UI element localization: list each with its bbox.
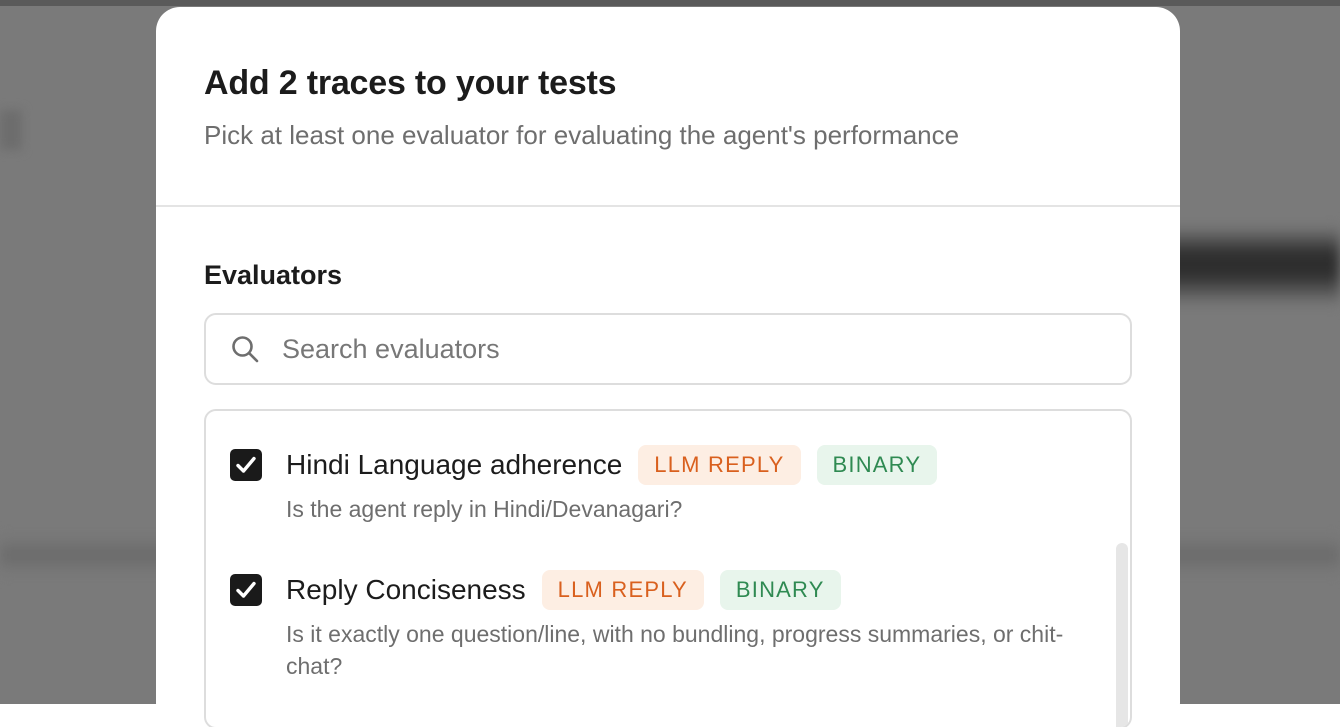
evaluator-name: Hindi Language adherence — [286, 449, 623, 480]
evaluator-checkbox[interactable] — [230, 449, 262, 481]
checkmark-icon — [236, 581, 256, 598]
binary-badge: BINARY — [816, 445, 938, 485]
evaluator-list[interactable]: Hindi Language adherence LLM REPLY BINAR… — [204, 409, 1132, 727]
evaluator-checkbox[interactable] — [230, 574, 262, 606]
evaluator-item-content: Reply Conciseness LLM REPLY BINARY Is it… — [286, 570, 1096, 682]
dialog-subtitle: Pick at least one evaluator for evaluati… — [204, 120, 960, 150]
evaluator-name: Reply Conciseness — [286, 574, 526, 605]
add-traces-dialog: Add 2 traces to your tests Pick at least… — [156, 7, 1180, 727]
evaluator-title-row: Hindi Language adherence LLM REPLY BINAR… — [286, 445, 1096, 485]
evaluator-search-input[interactable] — [280, 332, 1104, 366]
llm-reply-badge: LLM REPLY — [541, 570, 704, 610]
binary-badge: BINARY — [719, 570, 841, 610]
evaluator-search-box[interactable] — [204, 313, 1132, 385]
backdrop-blur-mark — [0, 110, 22, 150]
dialog-header: Add 2 traces to your tests Pick at least… — [156, 7, 1180, 207]
evaluator-title-row: Reply Conciseness LLM REPLY BINARY — [286, 570, 1096, 610]
backdrop-top-edge — [0, 0, 1340, 6]
evaluator-list-scrollbar[interactable] — [1116, 543, 1128, 727]
evaluator-description: Is the agent reply in Hindi/Devanagari? — [286, 496, 683, 522]
search-icon — [230, 334, 260, 364]
evaluators-label: Evaluators — [204, 260, 343, 290]
evaluator-item-content: Hindi Language adherence LLM REPLY BINAR… — [286, 445, 1096, 525]
evaluator-description: Is it exactly one question/line, with no… — [286, 621, 1064, 679]
checkmark-icon — [236, 456, 256, 473]
llm-reply-badge: LLM REPLY — [638, 445, 801, 485]
dialog-body: Evaluators Hindi Language adh — [156, 207, 1180, 727]
dialog-title: Add 2 traces to your tests — [204, 64, 617, 102]
